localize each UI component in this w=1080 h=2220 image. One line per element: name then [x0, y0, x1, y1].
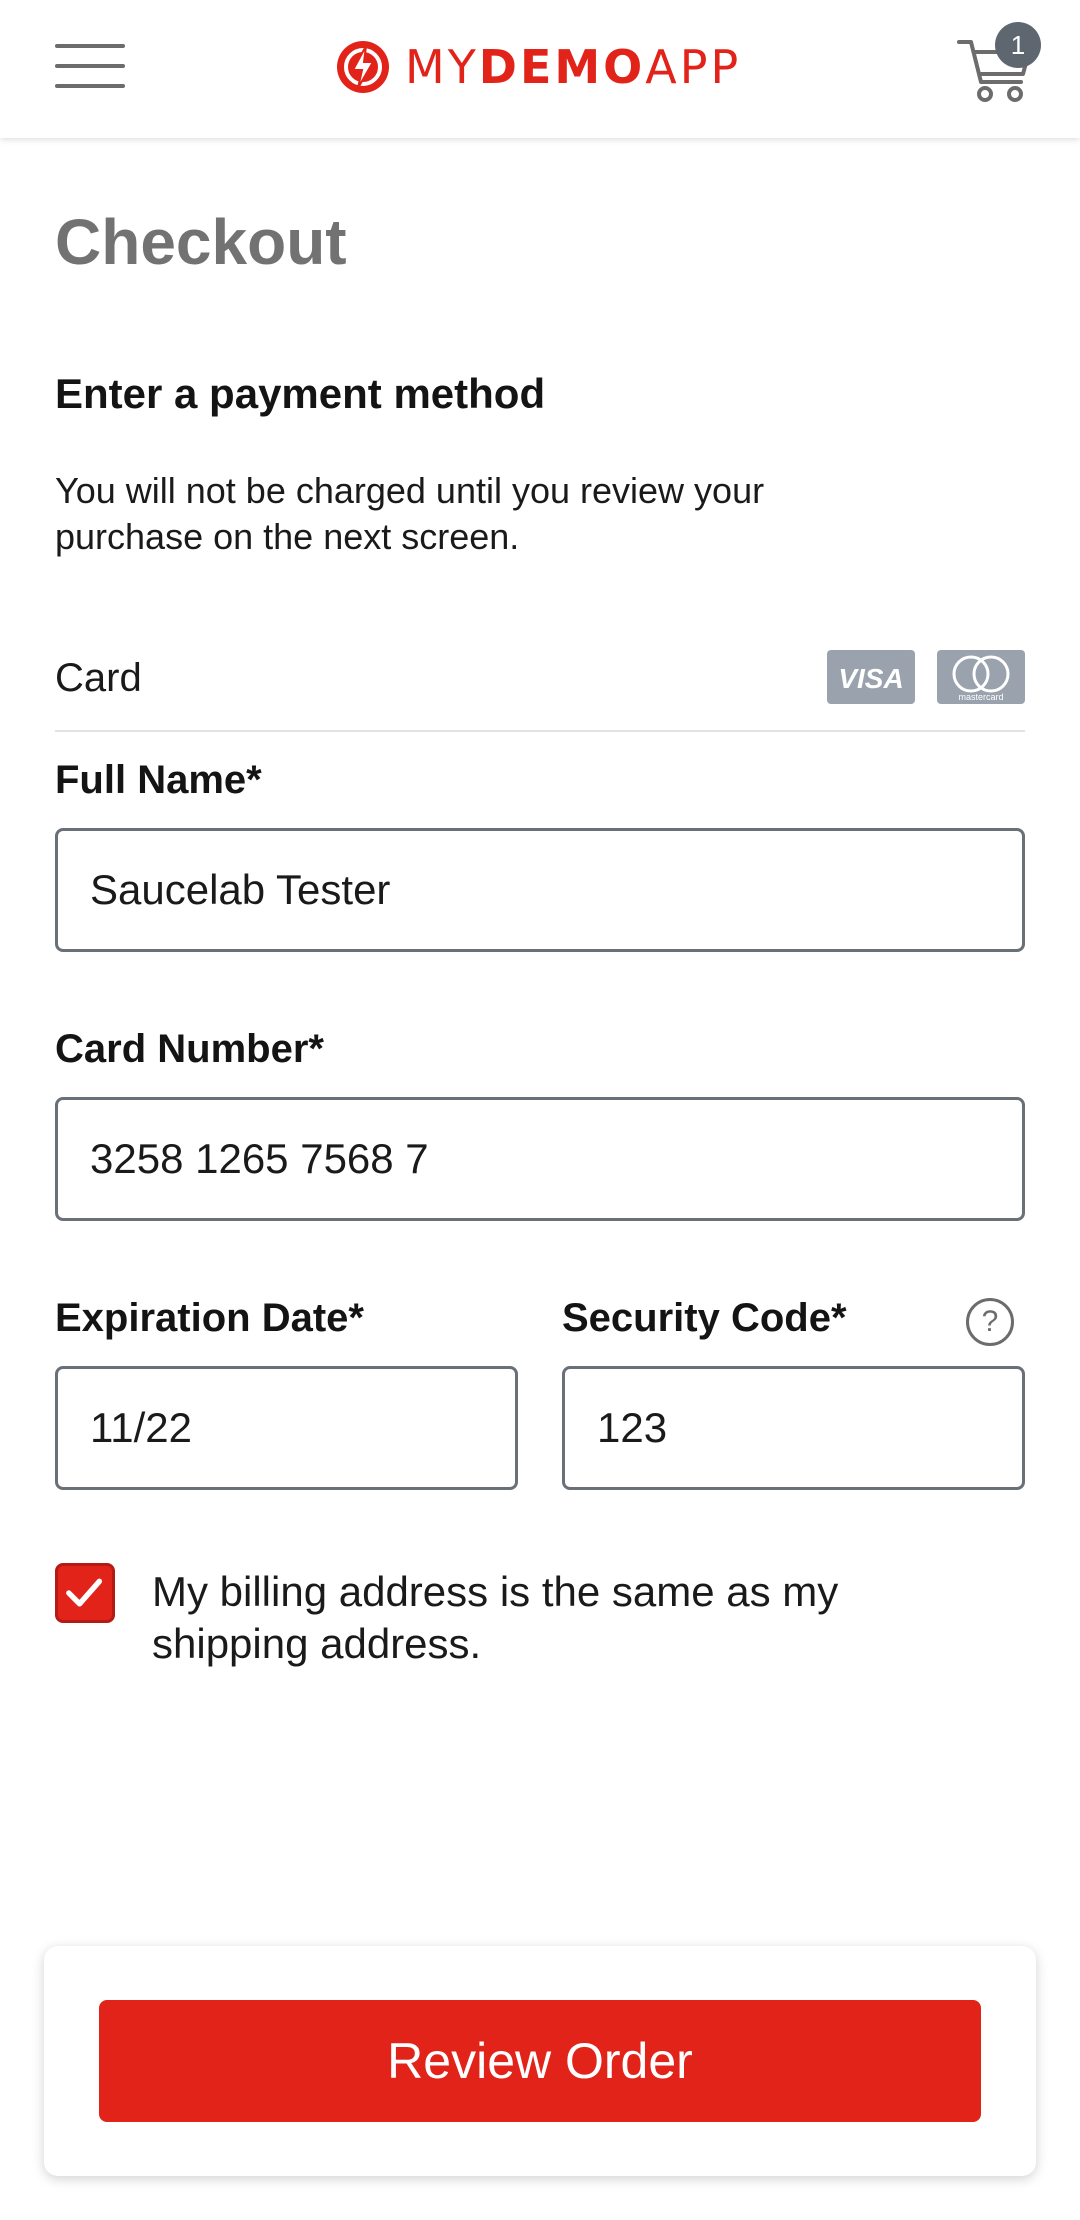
- full-name-input[interactable]: [55, 828, 1025, 952]
- svg-text:VISA: VISA: [838, 663, 903, 694]
- full-name-label: Full Name*: [55, 758, 262, 802]
- review-order-button[interactable]: Review Order: [99, 2000, 981, 2122]
- visa-icon: VISA: [827, 650, 915, 704]
- app-header: MYDEMOAPP 1: [0, 0, 1080, 138]
- card-number-input[interactable]: [55, 1097, 1025, 1221]
- page-title: Checkout: [55, 206, 347, 278]
- checkout-page: MYDEMOAPP 1 Checkout Enter a payment met…: [0, 0, 1080, 2220]
- svg-text:mastercard: mastercard: [958, 692, 1003, 702]
- expiration-date-label: Expiration Date*: [55, 1296, 364, 1340]
- card-number-label: Card Number*: [55, 1027, 324, 1071]
- expiration-date-input[interactable]: [55, 1366, 518, 1490]
- billing-same-label[interactable]: My billing address is the same as my shi…: [152, 1566, 972, 1670]
- security-code-label: Security Code*: [562, 1296, 847, 1340]
- review-order-panel: Review Order: [44, 1946, 1036, 2176]
- logo-text: MYDEMOAPP: [405, 40, 742, 94]
- mastercard-icon: mastercard: [937, 650, 1025, 704]
- help-icon[interactable]: ?: [966, 1298, 1014, 1346]
- section-title: Enter a payment method: [55, 370, 546, 417]
- billing-same-checkbox[interactable]: [55, 1563, 115, 1623]
- card-label: Card: [55, 656, 142, 700]
- payment-notice: You will not be charged until you review…: [55, 470, 765, 557]
- security-code-input[interactable]: [562, 1366, 1025, 1490]
- app-logo: MYDEMOAPP: [335, 38, 741, 96]
- menu-icon[interactable]: [55, 44, 125, 88]
- checkmark-icon: [66, 1578, 103, 1607]
- cart-count-badge: 1: [995, 22, 1041, 68]
- lightning-logo-icon: [337, 41, 389, 93]
- card-payment-row: Card VISA mastercard: [55, 640, 1025, 732]
